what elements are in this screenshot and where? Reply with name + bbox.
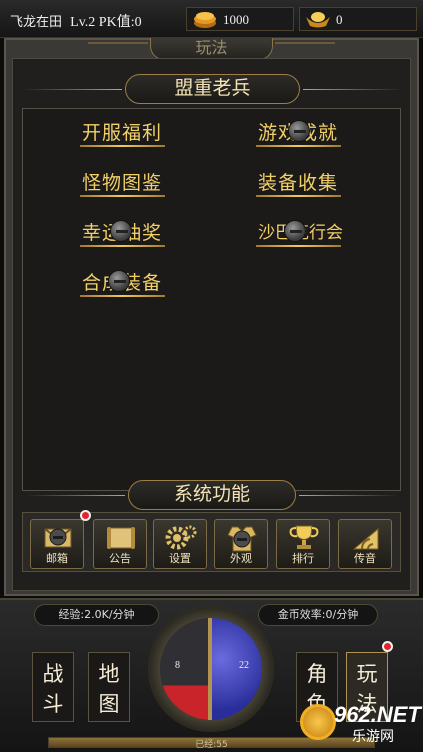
player-level: Lv.2 PK值:0: [70, 15, 142, 30]
section-title-text: 系统功能: [173, 483, 250, 505]
map-label: 地图: [98, 662, 120, 716]
hp-orb-half: [160, 618, 211, 720]
panel-title: 玩法: [195, 38, 228, 57]
watermark-brand: 962.NET: [334, 702, 421, 727]
notification-badge: [382, 641, 393, 652]
panel-title-tab: 玩法: [150, 38, 273, 60]
ingot-value: 0: [336, 12, 343, 27]
outfit-icon: [227, 526, 257, 552]
header-ornament: [275, 42, 335, 52]
settings-button[interactable]: 设置: [153, 519, 207, 569]
settings-label: 设置: [169, 552, 191, 565]
gear-icon: [165, 525, 197, 550]
gold-coin-icon: [194, 12, 216, 28]
feature-kaifu-fuli[interactable]: 开服福利: [82, 118, 162, 145]
gold-value: 1000: [223, 12, 249, 27]
watermark-sub: 乐游网: [352, 729, 394, 745]
watermark-logo-icon: [300, 704, 336, 740]
coin-rate: 金币效率:0/分钟: [258, 604, 378, 626]
mp-orb-half: [211, 618, 262, 720]
broadcast-button[interactable]: 传音: [338, 519, 392, 569]
appearance-button[interactable]: 外观: [214, 519, 268, 569]
header-ornament: [88, 42, 148, 52]
exp-rate: 经验:2.0K/分钟: [34, 604, 159, 626]
site-watermark: 962.NET 乐游网: [296, 700, 421, 748]
mailbox-icon: [44, 528, 72, 548]
gold-ingot-icon: [306, 12, 330, 28]
ranking-button[interactable]: 排行: [276, 519, 330, 569]
battle-label: 战斗: [42, 662, 64, 716]
obscured-glyph-icon: [288, 120, 310, 142]
feature-underline: [80, 145, 165, 147]
feature-underline: [256, 145, 341, 147]
obscured-glyph-icon: [108, 270, 130, 292]
obscured-glyph-icon: [284, 220, 306, 242]
player-info: 飞龙在田 Lv.2 PK值:0: [10, 11, 142, 31]
feature-monster-guide[interactable]: 怪物图鉴: [82, 168, 162, 195]
mp-value: 22: [239, 660, 249, 671]
announcement-button[interactable]: 公告: [93, 519, 147, 569]
obscured-glyph-icon: [110, 220, 132, 242]
map-button[interactable]: 地图: [88, 652, 130, 722]
feature-underline: [80, 295, 165, 297]
mailbox-button[interactable]: 邮箱: [30, 519, 84, 569]
signal-icon: [352, 527, 379, 550]
mailbox-label: 邮箱: [46, 552, 68, 565]
feature-underline: [256, 195, 341, 197]
orb-divider: [208, 618, 212, 720]
trophy-icon: [289, 525, 319, 549]
feature-underline: [80, 245, 165, 247]
feature-underline: [80, 195, 165, 197]
appearance-label: 外观: [230, 552, 252, 565]
feature-underline: [256, 245, 341, 247]
notification-badge: [80, 510, 91, 521]
feature-list-box: [22, 108, 401, 491]
section-title-veterans: 盟重老兵: [22, 74, 300, 104]
gold-currency[interactable]: 1000: [186, 7, 294, 31]
player-name: 飞龙在田: [10, 15, 63, 30]
ingot-currency[interactable]: 0: [299, 7, 417, 31]
ranking-label: 排行: [292, 552, 314, 565]
feature-equipment-collection[interactable]: 装备收集: [258, 168, 338, 195]
section-title-text: 盟重老兵: [174, 77, 251, 99]
battle-button[interactable]: 战斗: [32, 652, 74, 722]
announcement-label: 公告: [109, 552, 131, 565]
hp-value: 8: [175, 660, 180, 671]
section-title-system: 系统功能: [25, 480, 296, 510]
top-status-bar: 飞龙在田 Lv.2 PK值:0 1000 0: [0, 0, 423, 38]
broadcast-label: 传音: [354, 552, 376, 565]
scroll-icon: [107, 527, 135, 549]
